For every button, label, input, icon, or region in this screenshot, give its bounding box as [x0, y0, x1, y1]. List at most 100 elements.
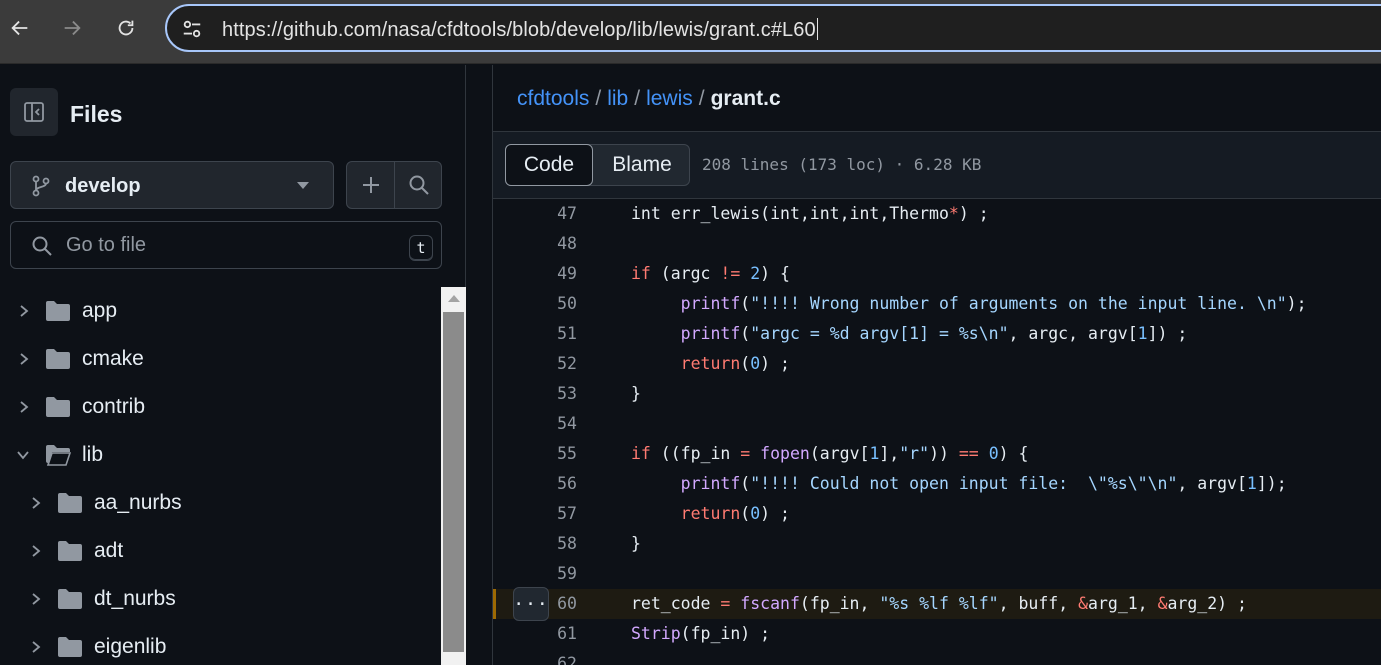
chevron-right-icon[interactable]	[16, 400, 30, 414]
chevron-right-icon[interactable]	[16, 304, 30, 318]
chevron-right-icon[interactable]	[28, 640, 42, 654]
code-line[interactable]: 49 if (argc != 2) {	[493, 259, 1381, 289]
highlight-marker	[493, 589, 496, 619]
line-number[interactable]: 54	[527, 414, 577, 433]
code-line[interactable]: ··· 60 ret_code = fscanf(fp_in, "%s %lf %l…	[493, 587, 1381, 621]
reload-button[interactable]	[108, 10, 144, 46]
code-line[interactable]: 52 return(0) ;	[493, 349, 1381, 379]
url-text[interactable]: https://github.com/nasa/cfdtools/blob/de…	[222, 18, 818, 42]
branch-selector[interactable]: develop	[10, 161, 334, 209]
line-number[interactable]: 60	[527, 594, 577, 613]
code-line[interactable]: 62	[493, 649, 1381, 665]
chevron-right-icon[interactable]	[28, 544, 42, 558]
tree-item[interactable]: eigenlib	[0, 623, 440, 665]
line-number[interactable]: 51	[527, 324, 577, 343]
code-text: Strip(fp_in) ;	[631, 624, 771, 643]
sidebar-scrollbar[interactable]	[441, 287, 466, 665]
breadcrumb-separator: /	[595, 87, 602, 110]
tree-item[interactable]: lib	[0, 431, 440, 479]
arrow-right-icon	[64, 20, 81, 36]
code-line[interactable]: 53}	[493, 379, 1381, 409]
sidebar-collapse-icon	[24, 102, 44, 122]
line-number[interactable]: 49	[527, 264, 577, 283]
sidebar-resize-handle[interactable]	[467, 65, 492, 665]
arrow-left-icon	[11, 20, 28, 36]
back-button[interactable]	[2, 10, 38, 46]
line-number[interactable]: 61	[527, 624, 577, 643]
code-line[interactable]: 55 if ((fp_in = fopen(argv[1],"r")) == 0)…	[493, 439, 1381, 469]
tree-item-label: contrib	[82, 395, 146, 418]
search-icon	[32, 236, 52, 256]
code-line[interactable]: 51 printf("argc = %d argv[1] = %s\n", ar…	[493, 319, 1381, 349]
chevron-right-icon[interactable]	[16, 352, 30, 366]
line-number[interactable]: 47	[527, 204, 577, 223]
tree-item[interactable]: aa_nurbs	[0, 479, 440, 527]
collapse-sidebar-button[interactable]	[10, 88, 58, 136]
breadcrumb: cfdtools / lib / lewis / grant.c	[517, 87, 781, 111]
browser-toolbar: https://github.com/nasa/cfdtools/blob/de…	[0, 0, 1381, 64]
tree-item[interactable]: dt_nurbs	[0, 575, 440, 623]
code-line[interactable]: 47 int err_lewis(int,int,int,Thermo*) ;	[493, 199, 1381, 229]
chevron-right-icon[interactable]	[28, 592, 42, 606]
code-text: }	[631, 534, 641, 553]
tree-item-label: aa_nurbs	[94, 491, 182, 514]
line-number[interactable]: 55	[527, 444, 577, 463]
code-text: ret_code = fscanf(fp_in, "%s %lf %lf", b…	[631, 594, 1247, 613]
go-to-file-input[interactable]: Go to file t	[10, 221, 442, 269]
folder-icon	[58, 589, 82, 609]
breadcrumb-lewis-link[interactable]: lewis	[646, 87, 693, 110]
line-number[interactable]: 56	[527, 474, 577, 493]
blame-view-button[interactable]: Blame	[594, 145, 690, 185]
tree-item[interactable]: cmake	[0, 335, 440, 383]
tree-item-label: eigenlib	[94, 635, 167, 658]
code-text: if ((fp_in = fopen(argv[1],"r")) == 0) {	[631, 444, 1029, 463]
file-view: cfdtools / lib / lewis / grant.c Code Blame 20…	[467, 65, 1381, 665]
code-line[interactable]: 56 printf("!!!! Could not open input fil…	[493, 469, 1381, 499]
search-code-button[interactable]	[395, 162, 442, 208]
scroll-up-arrow-icon[interactable]	[448, 295, 460, 302]
scrollbar-thumb[interactable]	[443, 312, 464, 652]
site-settings-icon[interactable]	[181, 18, 203, 40]
code-line[interactable]: 50 printf("!!!! Wrong number of argument…	[493, 289, 1381, 319]
line-number[interactable]: 52	[527, 354, 577, 373]
line-number[interactable]: 59	[527, 564, 577, 583]
reload-icon	[118, 20, 134, 36]
file-tree-sidebar: Files develop Go to file t app cmake contr…	[0, 65, 466, 665]
chevron-down-icon	[297, 182, 309, 189]
tree-item-label: adt	[94, 539, 124, 562]
breadcrumb-repo-link[interactable]: cfdtools	[517, 87, 589, 110]
line-number[interactable]: 53	[527, 384, 577, 403]
code-line[interactable]: 61 Strip(fp_in) ;	[493, 619, 1381, 649]
add-file-button[interactable]	[347, 162, 394, 208]
file-header: Code Blame 208 lines (173 loc) · 6.28 KB	[493, 131, 1381, 199]
search-icon	[409, 175, 429, 195]
code-text: int err_lewis(int,int,int,Thermo*) ;	[631, 204, 989, 223]
code-text: return(0) ;	[680, 504, 790, 523]
forward-button[interactable]	[54, 10, 90, 46]
tree-item[interactable]: adt	[0, 527, 440, 575]
breadcrumb-lib-link[interactable]: lib	[607, 87, 628, 110]
line-number[interactable]: 62	[527, 654, 577, 665]
tree-item-label: dt_nurbs	[94, 587, 176, 610]
keyboard-shortcut-hint: t	[409, 235, 433, 261]
code-line[interactable]: 57 return(0) ;	[493, 499, 1381, 529]
line-number[interactable]: 57	[527, 504, 577, 523]
code-text: }	[631, 384, 641, 403]
tree-item[interactable]: app	[0, 287, 440, 335]
code-view-button[interactable]: Code	[505, 144, 593, 186]
view-mode-toggle: Code Blame	[505, 144, 690, 186]
git-branch-icon	[32, 175, 50, 197]
line-number[interactable]: 50	[527, 294, 577, 313]
tree-item[interactable]: contrib	[0, 383, 440, 431]
code-text: return(0) ;	[680, 354, 790, 373]
code-line[interactable]: 59	[493, 559, 1381, 589]
code-line[interactable]: 48	[493, 229, 1381, 259]
address-bar[interactable]: https://github.com/nasa/cfdtools/blob/de…	[165, 4, 1381, 52]
line-number[interactable]: 48	[527, 234, 577, 253]
line-number[interactable]: 58	[527, 534, 577, 553]
file-actions-group	[346, 161, 442, 209]
chevron-down-icon[interactable]	[16, 448, 30, 462]
chevron-right-icon[interactable]	[28, 496, 42, 510]
code-line[interactable]: 54	[493, 409, 1381, 439]
code-line[interactable]: 58}	[493, 529, 1381, 559]
